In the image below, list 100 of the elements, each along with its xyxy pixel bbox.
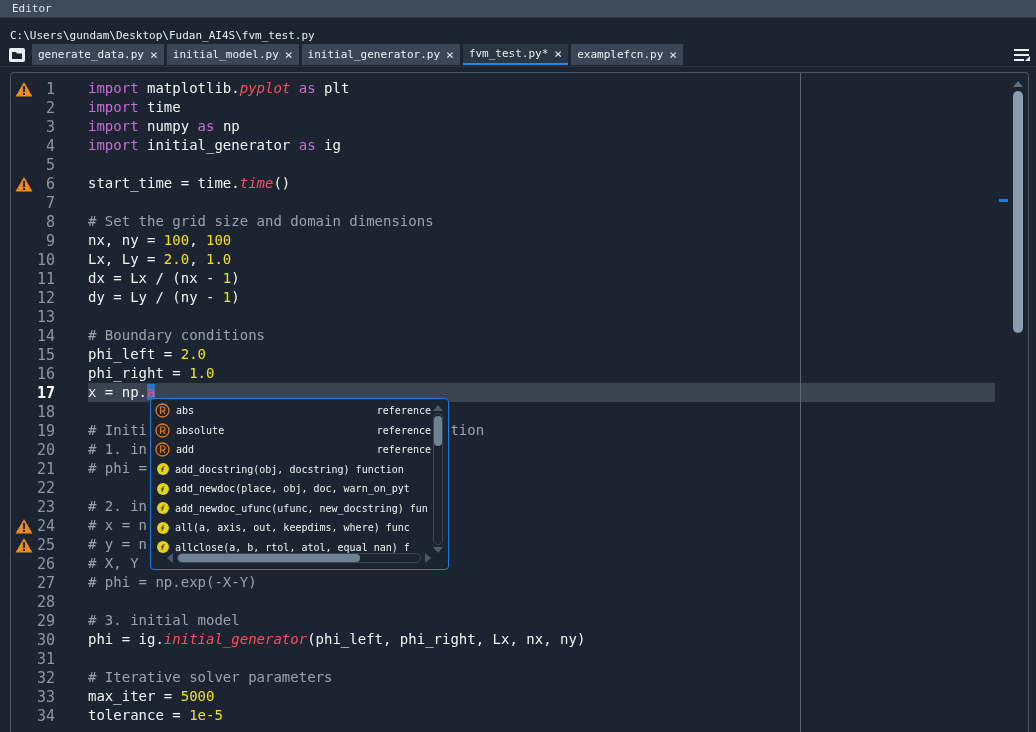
code-comment: tion (450, 422, 485, 438)
scroll-up-icon[interactable] (1013, 81, 1023, 87)
scrollbar-thumb[interactable] (434, 416, 442, 446)
line-number: 20 (35, 440, 55, 459)
function-icon (157, 541, 169, 554)
code-comment: # Iterative solver parameters (88, 669, 333, 685)
scroll-down-icon[interactable] (433, 547, 443, 553)
code-keyword: as (297, 80, 316, 96)
close-icon[interactable]: × (554, 46, 563, 61)
editor-tab[interactable]: fvm_test.py* × (462, 44, 569, 65)
code-text: ig (323, 137, 341, 153)
line-number: 25 (35, 535, 55, 554)
selected-text: a (147, 384, 156, 400)
autocomplete-item[interactable]: add_docstring(obj, docstring) function (155, 459, 433, 479)
line-number: 29 (35, 611, 55, 630)
code-text: matplotlib. (146, 80, 240, 96)
code-text: dy = Ly / (ny - (88, 289, 216, 305)
line-number: 3 (44, 117, 55, 136)
reference-icon (155, 422, 170, 438)
code-text: initial_generator (146, 137, 292, 153)
line-number: 9 (44, 231, 55, 250)
autocomplete-item[interactable]: add reference (155, 440, 433, 460)
code-editor[interactable] (10, 72, 1029, 732)
code-number: 2.0 (163, 251, 190, 267)
code-text: time (146, 99, 181, 115)
function-icon (157, 463, 169, 476)
function-icon (157, 521, 169, 534)
editor-tab[interactable]: initial_model.py × (166, 44, 299, 65)
line-number: 7 (44, 193, 55, 212)
menu-icon[interactable] (1014, 48, 1030, 61)
scrollbar-thumb[interactable] (1013, 91, 1023, 333)
code-comment: # Set the grid size and domain dimensions (88, 213, 434, 229)
code-comment: # 3. initial model (88, 612, 240, 628)
scroll-up-icon[interactable] (433, 405, 443, 411)
scroll-right-icon[interactable] (425, 553, 431, 563)
code-text: ) (231, 270, 240, 286)
line-number: 15 (35, 345, 55, 364)
code-number: 100 (206, 232, 232, 248)
folder-icon[interactable] (8, 46, 26, 63)
line-number: 5 (44, 155, 55, 174)
scrollbar-thumb[interactable] (178, 554, 360, 562)
line-number: 34 (35, 706, 55, 725)
close-icon[interactable]: × (149, 47, 158, 62)
code-text: Lx, Ly = (88, 251, 157, 267)
line-number: 2 (44, 98, 55, 117)
scroll-marker (999, 199, 1008, 202)
code-text: (phi_left, phi_right, Lx, nx, ny) (307, 631, 586, 647)
code-number: 5000 (180, 688, 215, 704)
line-number: 30 (35, 630, 55, 649)
code-text: dx = Lx / (nx - (88, 270, 216, 286)
autocomplete-item[interactable]: abs reference (155, 401, 433, 421)
autocomplete-item[interactable]: add_newdoc_ufunc(ufunc, new_docstring) fun (155, 498, 433, 518)
reference-icon (155, 403, 170, 419)
code-function: pyplot (239, 80, 291, 96)
close-icon[interactable]: × (669, 47, 678, 62)
line-number: 18 (35, 402, 55, 421)
code-text: np (221, 118, 240, 134)
window-title: Editor (12, 2, 52, 15)
autocomplete-item[interactable]: absolute reference (155, 420, 433, 440)
code-text: x = np. (88, 384, 147, 400)
code-number: 2.0 (180, 346, 206, 362)
line-number: 1 (44, 79, 55, 98)
line-number: 26 (35, 554, 55, 573)
line-number: 28 (35, 592, 55, 611)
code-keyword: as (298, 137, 316, 153)
code-number: 100 (163, 232, 190, 248)
code-function: time (239, 175, 274, 191)
code-comment: # phi = np.exp(-X-Y) (88, 574, 257, 590)
code-keyword: import (88, 99, 139, 115)
code-text: max_iter = (88, 688, 174, 704)
editor-tab[interactable]: examplefcn.py × (571, 44, 684, 65)
line-number: 24 (35, 516, 55, 535)
code-comment: # y = n (88, 536, 147, 552)
close-icon[interactable]: × (284, 47, 293, 62)
code-comment: # Initi (88, 422, 147, 438)
function-icon (157, 482, 169, 495)
code-number: 1.0 (206, 251, 232, 267)
scrollbar[interactable] (1012, 81, 1024, 333)
editor-tab[interactable]: initial_generator.py × (301, 44, 460, 65)
line-number: 31 (35, 649, 55, 668)
scroll-left-icon[interactable] (167, 553, 173, 563)
code-number: 1.0 (189, 365, 215, 381)
editor-tab[interactable]: generate_data.py × (32, 44, 164, 65)
code-keyword: import (88, 80, 139, 96)
code-comment: # X, Y (88, 555, 139, 571)
line-number: 8 (44, 212, 55, 231)
autocomplete-item[interactable]: add_newdoc(place, obj, doc, warn_on_pyt (155, 479, 433, 499)
code-comment: # Boundary conditions (88, 327, 265, 343)
autocomplete-item[interactable]: all(a, axis, out, keepdims, where) func (155, 518, 433, 538)
code-text: () (273, 175, 291, 191)
code-keyword: as (197, 118, 215, 134)
close-icon[interactable]: × (446, 47, 454, 62)
code-text: , (189, 251, 199, 267)
autocomplete-item[interactable]: allclose(a, b, rtol, atol, equal_nan) f (155, 537, 433, 557)
code-text: plt (323, 80, 350, 96)
code-comment: # x = n (88, 517, 147, 533)
line-number: 14 (35, 326, 55, 345)
code-text: , (189, 232, 199, 248)
line-number: 22 (35, 478, 55, 497)
reference-icon (155, 442, 170, 458)
